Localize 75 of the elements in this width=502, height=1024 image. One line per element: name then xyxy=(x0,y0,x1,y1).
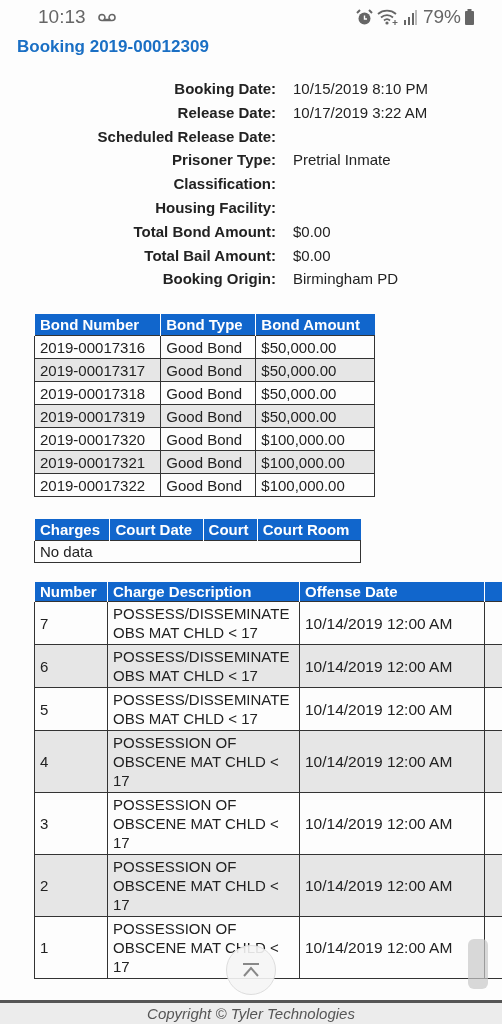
table-cell: 2019-00017322 xyxy=(34,473,161,497)
table-cell: POSSESSION OF OBSCENE MAT CHLD < 17 xyxy=(107,730,300,793)
field-label: Total Bond Amount: xyxy=(132,221,276,242)
table-cell: 10/14/2019 12:00 AM xyxy=(299,601,485,645)
field-label: Housing Facility: xyxy=(154,198,276,218)
field-value: Pretrial Inmate xyxy=(293,150,392,171)
table-cell: 2 xyxy=(34,854,108,917)
field-label: Classification: xyxy=(172,174,276,195)
column-header: Offense Date xyxy=(299,582,485,602)
table-cell: 2019-00017320 xyxy=(34,427,161,451)
table-cell: Good Bond xyxy=(160,427,256,451)
table-cell: $100,000.00 xyxy=(255,427,375,451)
table-cell: 4 xyxy=(34,730,108,793)
table-cell: $50,000.00 xyxy=(255,335,375,359)
field-value: $0.00 xyxy=(293,221,332,242)
table-cell: 2019-00017321 xyxy=(34,450,161,474)
table-cell: Good Bond xyxy=(160,335,256,359)
table-cell: 2019-00017317 xyxy=(34,358,161,382)
table-cell: $100,000.00 xyxy=(255,473,375,497)
table-cell: Good Bond xyxy=(160,381,256,405)
column-header: Court Room xyxy=(257,519,361,541)
field-label: Release Date: xyxy=(176,102,276,123)
scroll-handle[interactable] xyxy=(468,939,488,990)
clock-time: 10:13 xyxy=(38,6,86,28)
copyright-footer: Copyright © Tyler Technologies xyxy=(0,1000,502,1024)
booking-title: Booking 2019-00012309 xyxy=(16,36,210,58)
table-cell: 10/14/2019 12:00 AM xyxy=(299,644,485,688)
table-cell: $50,000.00 xyxy=(255,381,375,405)
table-cell: 2019-00017318 xyxy=(34,381,161,405)
battery-icon xyxy=(465,9,474,25)
table-cell: 2019-00017319 xyxy=(34,404,161,428)
alarm-icon xyxy=(355,8,373,26)
table-cell: 2019-00017316 xyxy=(34,335,161,359)
battery-level: 79% xyxy=(422,6,461,28)
table-cell: 10/14/2019 12:00 AM xyxy=(299,687,485,731)
field-value: 10/17/2019 3:22 AM xyxy=(293,102,429,123)
column-header: Court Date xyxy=(109,519,204,541)
table-cell: 5 xyxy=(34,687,108,731)
voicemail-icon xyxy=(97,12,116,22)
field-label: Booking Origin: xyxy=(161,269,276,290)
table-cell: 6 xyxy=(34,644,108,688)
table-cell: $100,000.00 xyxy=(255,450,375,474)
column-header: Bond Amount xyxy=(255,314,375,336)
table-cell: $50,000.00 xyxy=(255,404,375,428)
table-cell: POSSESS/DISSEMINATE OBS MAT CHLD < 17 xyxy=(107,644,300,688)
table-cell: Good Bond xyxy=(160,473,256,497)
table-cell: 10/14/2019 12:00 AM xyxy=(299,730,485,793)
table-cell: 3 xyxy=(34,792,108,855)
table-cell: 10/14/2019 12:00 AM xyxy=(299,854,485,917)
wifi-icon xyxy=(376,9,399,25)
table-cell: 7 xyxy=(34,601,108,645)
scroll-top-icon xyxy=(241,963,261,978)
column-header: Number xyxy=(34,582,108,602)
field-value: Birmingham PD xyxy=(293,269,400,290)
field-label: Total Bail Amount: xyxy=(143,245,276,266)
table-cell: 1 xyxy=(34,916,108,979)
field-value: $0.00 xyxy=(293,245,332,266)
table-cell: 10/14/2019 12:00 AM xyxy=(299,792,485,855)
field-label: Prisoner Type: xyxy=(171,150,276,171)
field-label: Scheduled Release Date: xyxy=(96,126,276,147)
column-header: Court xyxy=(203,519,258,541)
column-header: Charges xyxy=(34,519,110,541)
signal-icon xyxy=(402,9,417,25)
column-header: Charge Description xyxy=(107,582,300,602)
scroll-to-top-button[interactable] xyxy=(226,945,276,996)
table-cell: $50,000.00 xyxy=(255,358,375,382)
column-header: Bond Number xyxy=(34,314,161,336)
column-header: Bond Type xyxy=(160,314,256,336)
table-cell: POSSESS/DISSEMINATE OBS MAT CHLD < 17 xyxy=(107,687,300,731)
field-value: 10/15/2019 8:10 PM xyxy=(293,79,430,99)
table-cell: POSSESS/DISSEMINATE OBS MAT CHLD < 17 xyxy=(107,601,300,645)
table-cell: POSSESSION OF OBSCENE MAT CHLD < 17 xyxy=(107,792,300,855)
empty-message: No data xyxy=(34,540,361,563)
field-label: Booking Date: xyxy=(173,79,276,99)
table-cell: POSSESSION OF OBSCENE MAT CHLD < 17 xyxy=(107,854,300,917)
